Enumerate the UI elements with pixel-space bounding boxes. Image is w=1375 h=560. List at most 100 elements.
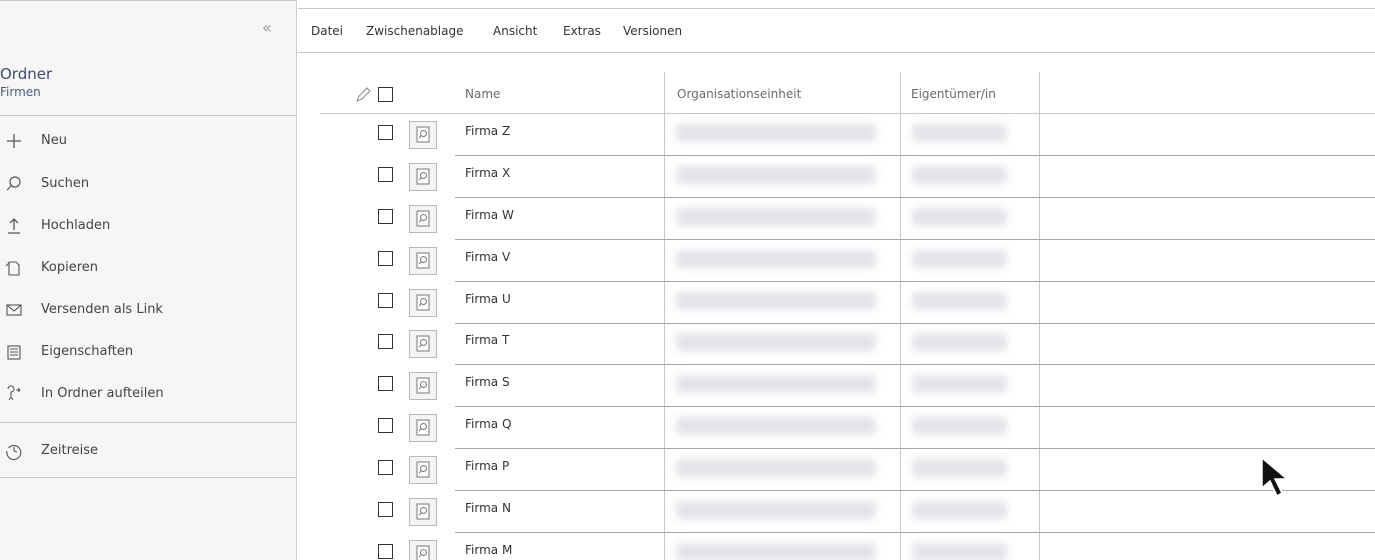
sidebar-item-kopieren[interactable]: Kopieren	[0, 254, 297, 282]
preview-icon[interactable]	[409, 246, 437, 275]
preview-icon[interactable]	[409, 162, 437, 191]
redacted-eigentuemer	[912, 375, 1007, 394]
redacted-organisationseinheit	[676, 542, 876, 560]
row-checkbox[interactable]	[378, 124, 393, 140]
row-checkbox[interactable]	[378, 208, 393, 224]
search-icon	[4, 174, 24, 194]
row-name[interactable]: Firma N	[465, 501, 511, 515]
row-name[interactable]: Firma Q	[465, 417, 511, 431]
row-checkbox[interactable]	[378, 460, 393, 476]
row-checkbox[interactable]	[378, 166, 393, 182]
sidebar-item-suchen[interactable]: Suchen	[0, 170, 297, 198]
redacted-eigentuemer	[912, 249, 1007, 268]
redacted-eigentuemer	[912, 207, 1007, 226]
sidebar-item-label: Suchen	[41, 176, 90, 191]
preview-icon[interactable]	[409, 372, 437, 401]
redacted-eigentuemer	[912, 333, 1007, 352]
redacted-eigentuemer	[912, 123, 1007, 142]
preview-icon[interactable]	[409, 498, 437, 527]
mouse-cursor-icon	[1261, 456, 1290, 498]
row-name[interactable]: Firma T	[465, 333, 509, 347]
menu-ansicht[interactable]: Ansicht	[493, 24, 537, 38]
row-checkbox[interactable]	[378, 502, 393, 518]
row-name[interactable]: Firma V	[465, 250, 510, 264]
preview-icon[interactable]	[409, 330, 437, 359]
sidebar-divider	[0, 115, 297, 116]
sidebar-item-label: In Ordner aufteilen	[41, 386, 164, 401]
redacted-eigentuemer	[912, 417, 1007, 436]
redacted-organisationseinheit	[676, 333, 876, 352]
preview-icon[interactable]	[409, 539, 437, 560]
edit-icon[interactable]	[354, 86, 372, 104]
row-name[interactable]: Firma S	[465, 375, 510, 389]
row-divider	[455, 490, 1375, 492]
redacted-organisationseinheit	[676, 501, 876, 520]
sidebar-item-label: Versenden als Link	[41, 302, 163, 317]
row-name[interactable]: Firma U	[465, 292, 511, 306]
redacted-eigentuemer	[912, 459, 1007, 478]
upload-icon	[4, 216, 24, 236]
row-checkbox[interactable]	[378, 543, 393, 559]
sidebar-item-hochladen[interactable]: Hochladen	[0, 212, 297, 240]
column-header-eigentuemer[interactable]: Eigentümer/in	[911, 87, 996, 101]
folder-title: Ordner	[0, 65, 53, 83]
row-checkbox[interactable]	[378, 376, 393, 392]
column-header-name[interactable]: Name	[465, 87, 500, 101]
menu-zwischenablage[interactable]: Zwischenablage	[366, 24, 463, 38]
redacted-eigentuemer	[912, 291, 1007, 310]
redacted-organisationseinheit	[676, 417, 876, 436]
redacted-organisationseinheit	[676, 459, 876, 478]
redacted-organisationseinheit	[676, 249, 876, 268]
time-travel-icon	[4, 441, 24, 461]
row-name[interactable]: Firma W	[465, 208, 514, 222]
row-divider	[455, 280, 1375, 282]
sidebar-item-label: Kopieren	[41, 260, 98, 275]
properties-icon	[4, 342, 24, 362]
sidebar-item-zeitreise[interactable]: Zeitreise	[0, 437, 297, 465]
column-separator[interactable]	[1039, 72, 1040, 560]
copy-icon	[4, 258, 24, 278]
row-divider	[455, 406, 1375, 408]
row-name[interactable]: Firma M	[465, 543, 512, 557]
sidebar-item-neu[interactable]: Neu	[0, 127, 297, 155]
row-checkbox[interactable]	[378, 334, 393, 350]
row-divider	[455, 364, 1375, 366]
redacted-eigentuemer	[912, 542, 1007, 560]
sidebar-item-label: Eigenschaften	[41, 344, 134, 359]
redacted-organisationseinheit	[676, 375, 876, 394]
collapse-sidebar-button[interactable]: «	[262, 20, 272, 36]
row-checkbox[interactable]	[378, 292, 393, 308]
sidebar-divider	[0, 422, 297, 423]
menu-extras[interactable]: Extras	[563, 24, 601, 38]
folder-subtitle: Firmen	[0, 85, 41, 99]
select-all-checkbox[interactable]	[378, 87, 393, 102]
row-divider	[455, 196, 1375, 198]
preview-icon[interactable]	[409, 414, 437, 443]
menu-bar: Datei Zwischenablage Ansicht Extras Vers…	[298, 8, 1375, 53]
row-checkbox[interactable]	[378, 250, 393, 266]
preview-icon[interactable]	[409, 456, 437, 485]
row-name[interactable]: Firma P	[465, 459, 509, 473]
sidebar-item-label: Neu	[41, 133, 67, 148]
sidebar: « Ordner Firmen Neu Suchen Hochladen Kop…	[0, 0, 297, 560]
redacted-eigentuemer	[912, 165, 1007, 184]
column-header-organisationseinheit[interactable]: Organisationseinheit	[677, 87, 801, 101]
row-name[interactable]: Firma Z	[465, 124, 510, 138]
menu-versionen[interactable]: Versionen	[623, 24, 682, 38]
menu-datei[interactable]: Datei	[311, 24, 343, 38]
row-checkbox[interactable]	[378, 418, 393, 434]
sidebar-item-versenden-als-link[interactable]: Versenden als Link	[0, 296, 297, 324]
row-divider	[455, 238, 1375, 240]
row-name[interactable]: Firma X	[465, 166, 510, 180]
sidebar-item-in-ordner-aufteilen[interactable]: In Ordner aufteilen	[0, 380, 297, 408]
sidebar-item-eigenschaften[interactable]: Eigenschaften	[0, 338, 297, 366]
column-separator[interactable]	[900, 72, 901, 560]
column-separator[interactable]	[664, 72, 665, 560]
preview-icon[interactable]	[409, 204, 437, 233]
preview-icon[interactable]	[409, 120, 437, 149]
redacted-organisationseinheit	[676, 207, 876, 226]
plus-icon	[4, 131, 24, 151]
row-divider	[455, 322, 1375, 324]
preview-icon[interactable]	[409, 288, 437, 317]
split-folder-icon	[4, 384, 24, 404]
